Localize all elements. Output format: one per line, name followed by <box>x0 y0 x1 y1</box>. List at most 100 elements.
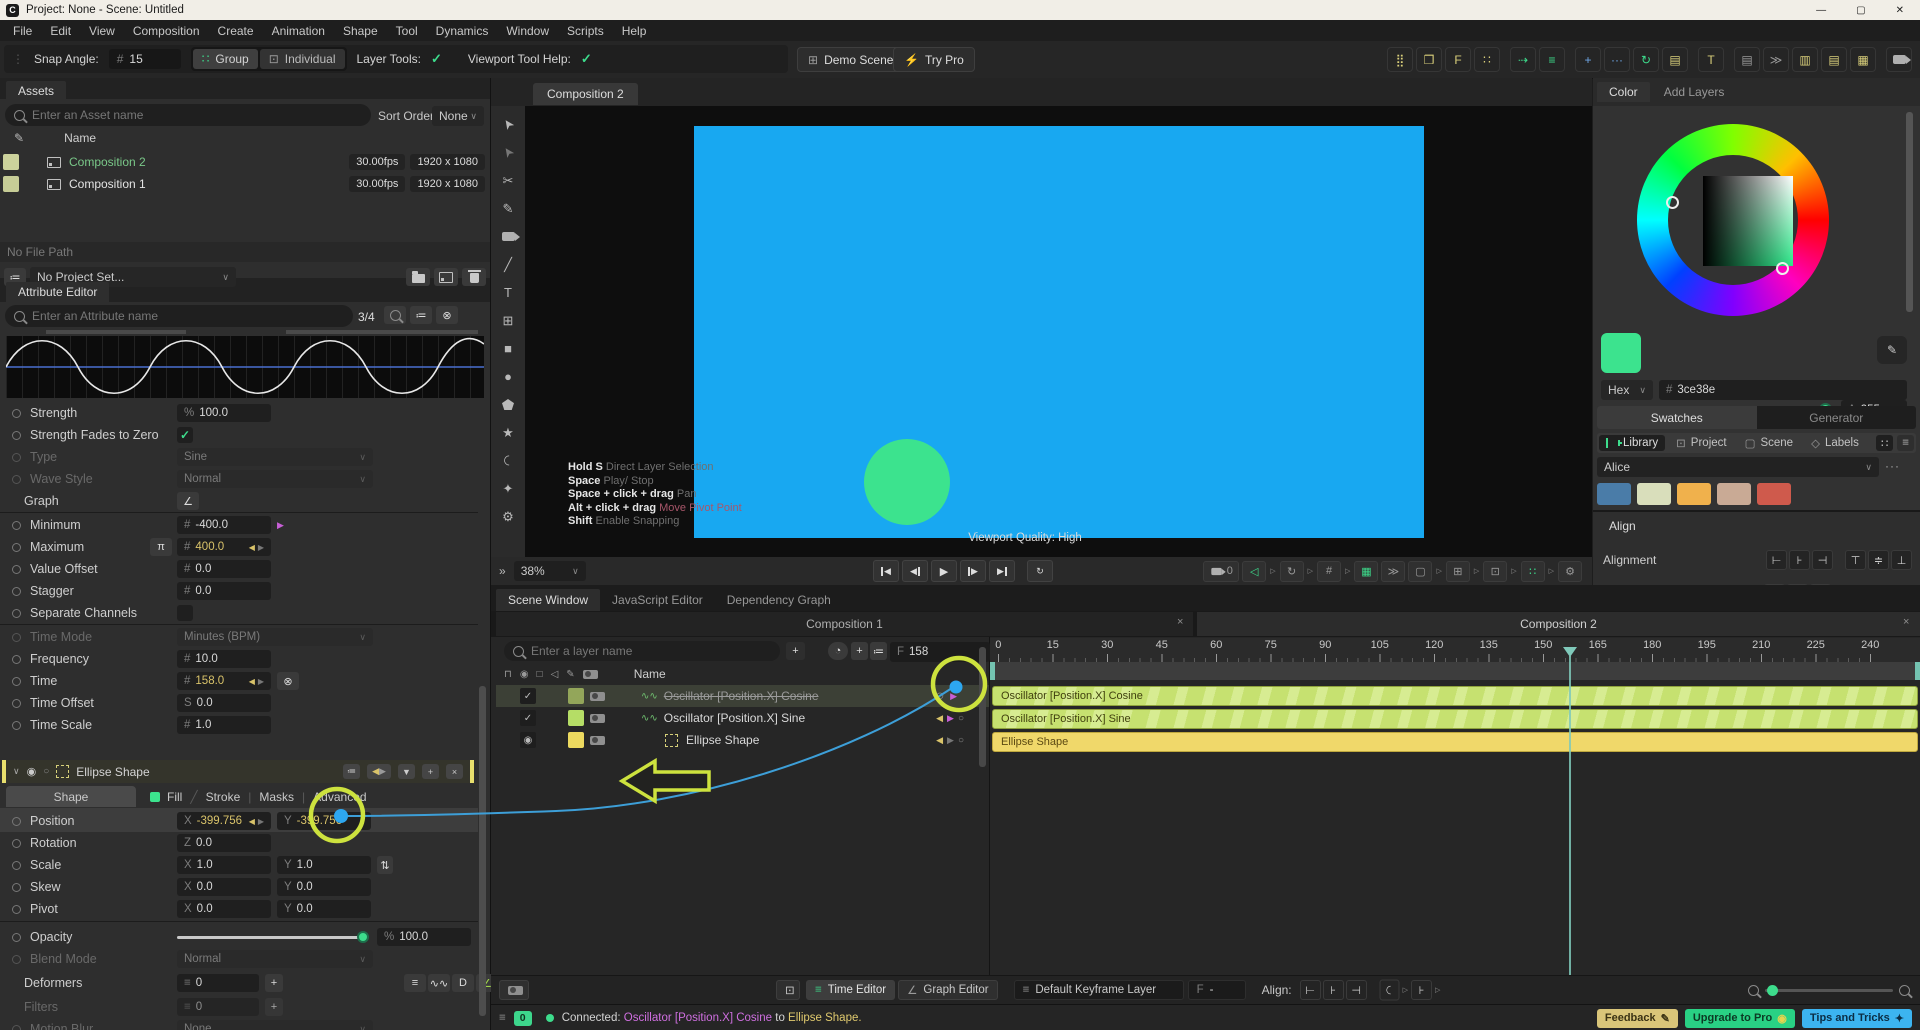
sv-picker-handle[interactable] <box>1776 262 1789 275</box>
palette-swatch[interactable] <box>1757 483 1791 505</box>
next-frame-button[interactable]: ▶ <box>960 560 986 582</box>
attribute-connector[interactable] <box>12 816 21 826</box>
pin-icon[interactable]: ▼ <box>398 764 415 779</box>
upgrade-pro-button[interactable]: Upgrade to Pro ◉ <box>1684 1008 1795 1028</box>
visible-eye-icon[interactable]: ◉ <box>520 732 536 748</box>
zoom-out-icon[interactable] <box>1748 984 1759 996</box>
attribute-connector[interactable] <box>12 632 21 642</box>
menu-item[interactable]: Create <box>209 24 263 38</box>
layer-stack-icon[interactable]: ⊞ <box>1445 560 1470 582</box>
time-scale-field[interactable]: #1.0 <box>177 716 271 734</box>
pick-attribute-button[interactable] <box>384 306 406 324</box>
attribute-connector[interactable] <box>12 860 21 870</box>
scale-link-icon[interactable]: ⇅ <box>377 856 393 874</box>
tab-stroke[interactable]: Stroke <box>206 790 241 804</box>
layer-row-ellipse[interactable]: ◉ Ellipse Shape ◀ ▶ ○ <box>496 729 976 751</box>
skew-y-field[interactable]: Y 0.0 <box>277 878 371 896</box>
layer-camera-toggle[interactable] <box>590 691 605 701</box>
keyframe-toggle-icon[interactable]: ○ <box>958 735 964 746</box>
lock-column-icon[interactable]: ⊓ <box>504 669 512 680</box>
transparency-checker-icon[interactable]: ∷ <box>1520 560 1545 582</box>
assets-tab[interactable]: Assets <box>6 81 67 101</box>
tab-generator[interactable]: Generator <box>1757 406 1917 429</box>
separate-channels-checkbox[interactable] <box>177 605 193 621</box>
hex-mode-select[interactable]: Hex ∨ <box>1601 380 1653 400</box>
deformers-field[interactable]: ≡ 0 <box>177 974 259 992</box>
value-offset-field[interactable]: #0.0 <box>177 560 271 578</box>
menu-item[interactable]: Dynamics <box>427 24 498 38</box>
viewport-comp-tab[interactable]: Composition 2 <box>533 83 638 105</box>
asset-name[interactable]: Composition 2 <box>69 155 146 169</box>
menu-item[interactable]: Scripts <box>558 24 613 38</box>
ellipse-tool-icon[interactable]: ● <box>498 368 518 385</box>
arc-tool-icon[interactable]: ◠ <box>500 451 517 471</box>
attribute-editor-tab[interactable]: Attribute Editor <box>6 282 110 302</box>
folder-icon[interactable] <box>406 268 430 286</box>
extrude-icon[interactable]: ❒ <box>1416 47 1442 72</box>
focus-icon[interactable]: + <box>422 764 439 779</box>
key-to-playhead-icon[interactable]: ⊦ <box>1411 980 1433 1000</box>
menu-item[interactable]: File <box>4 24 41 38</box>
add-deformer-button[interactable]: + <box>265 974 283 992</box>
attribute-connector[interactable] <box>12 542 21 552</box>
fill-color-icon[interactable] <box>150 791 160 802</box>
library-button[interactable]: Library <box>1599 435 1666 451</box>
prev-keyframe-icon[interactable]: ◀ <box>249 677 255 686</box>
audio-icon[interactable]: ◁ <box>1242 560 1267 582</box>
remove-connection-button[interactable]: ⊗ <box>277 672 299 690</box>
timeline-zoom-knob[interactable] <box>1767 984 1778 996</box>
duplicator-icon[interactable]: ⣿ <box>1387 47 1413 72</box>
falloff-icon[interactable]: + <box>1575 47 1601 72</box>
prev-frame-button[interactable]: ◀ <box>902 560 928 582</box>
hue-picker-handle[interactable] <box>1666 196 1679 209</box>
range-start-cap[interactable] <box>990 662 995 680</box>
tab-javascript-editor[interactable]: JavaScript Editor <box>600 589 715 611</box>
attribute-connector[interactable] <box>12 608 21 618</box>
timeline-zoom-slider[interactable] <box>1765 984 1893 996</box>
oscillator-icon[interactable]: ↻ <box>1633 47 1659 72</box>
add-filter-button[interactable]: + <box>265 998 283 1016</box>
attribute-connector[interactable] <box>12 676 21 686</box>
asset-color-swatch[interactable] <box>3 176 19 192</box>
prev-keyframe-icon[interactable]: ◀ <box>249 543 255 552</box>
try-pro-button[interactable]: ⚡ Try Pro <box>893 47 975 72</box>
attribute-connector[interactable] <box>12 1024 21 1030</box>
connected-keyframe-arrow-icon[interactable]: ▶ <box>277 520 284 531</box>
maximum-field[interactable]: #400.0 ◀ ▶ <box>177 538 271 556</box>
eyedropper-button[interactable]: ✎ <box>1877 336 1907 364</box>
attribute-scrollbar[interactable] <box>479 686 486 1016</box>
graph-scroll-segment[interactable] <box>286 330 478 334</box>
tracer-icon[interactable]: T <box>1698 47 1724 72</box>
scene-button[interactable]: ▢ Scene <box>1738 435 1800 451</box>
graph-editor-button[interactable]: ∠ Graph Editor <box>898 980 998 1000</box>
stagger-field[interactable]: #0.0 <box>177 582 271 600</box>
zoom-in-icon[interactable] <box>1899 984 1910 996</box>
attribute-connector[interactable] <box>12 954 21 964</box>
stagger-icon[interactable]: ≡ <box>1539 47 1565 72</box>
hook-icon[interactable]: ↻ <box>1279 560 1304 582</box>
text-tool-icon[interactable]: T <box>498 284 518 301</box>
wave-style-select[interactable]: Normal ∨ <box>177 470 373 488</box>
layer-color-swatch[interactable] <box>568 710 584 726</box>
filters-field[interactable]: ≡ 0 <box>177 998 259 1016</box>
attribute-connector[interactable] <box>12 838 21 848</box>
console-icon[interactable]: ≡ <box>499 1012 506 1024</box>
error-count-badge[interactable]: 0 <box>513 1010 532 1026</box>
line-tool-icon[interactable]: ╱ <box>498 256 518 273</box>
menu-item[interactable]: Edit <box>41 24 80 38</box>
keyframe-nav-icons[interactable]: ◀ ▶ <box>367 764 391 779</box>
audio-column-icon[interactable]: ◁ <box>551 669 559 680</box>
visibility-eye-icon[interactable]: ◉ <box>27 765 37 778</box>
rectangle-tool-icon[interactable]: ■ <box>498 340 518 357</box>
scale-x-field[interactable]: X 1.0 <box>177 856 271 874</box>
columns-layout-icon[interactable]: ▥ <box>1792 47 1818 72</box>
attribute-connector[interactable] <box>12 882 21 892</box>
camera-tool-icon[interactable] <box>498 228 520 245</box>
next-keyframe-icon[interactable]: ▶ <box>947 735 954 746</box>
menu-item[interactable]: Shape <box>334 24 387 38</box>
ellipse-shape-layer[interactable] <box>864 439 950 525</box>
prev-keyframe-icon[interactable]: ◀ <box>936 735 943 746</box>
filmstrip-icon[interactable]: ▤ <box>1662 47 1688 72</box>
attribute-connector[interactable] <box>12 654 21 664</box>
tool-settings-gear-icon[interactable]: ⚙ <box>498 508 518 525</box>
